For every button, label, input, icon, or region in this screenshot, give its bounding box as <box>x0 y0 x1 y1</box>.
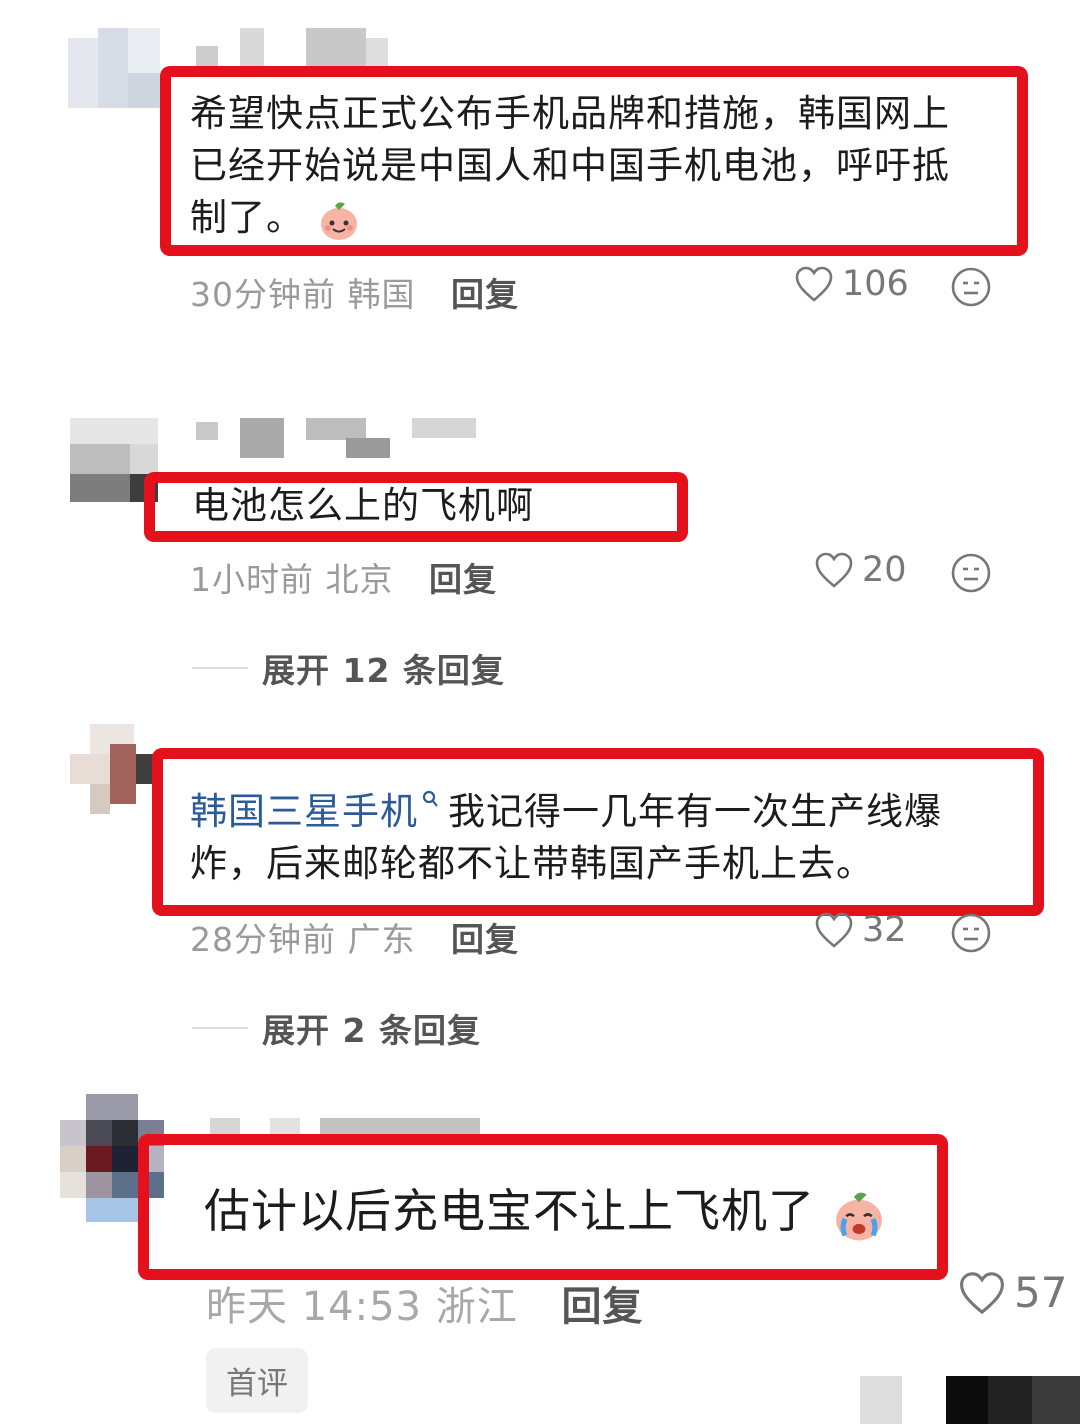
username-blurred[interactable] <box>196 28 396 68</box>
like-button[interactable]: 57 <box>958 1268 1067 1317</box>
comment-meta: 1小时前 北京 回复 <box>190 553 497 601</box>
heart-icon <box>795 266 833 302</box>
reply-button[interactable]: 回复 <box>429 560 497 599</box>
highlight-box <box>160 66 1028 256</box>
location: 北京 <box>325 560 394 599</box>
location: 浙江 <box>435 1284 518 1330</box>
highlight-box <box>152 748 1044 916</box>
reply-button[interactable]: 回复 <box>451 275 519 314</box>
avatar[interactable] <box>68 28 160 108</box>
highlight-box <box>138 1134 948 1280</box>
heart-icon <box>960 1271 1004 1314</box>
timestamp: 30分钟前 <box>190 275 336 314</box>
first-comment-badge: 首评 <box>206 1348 308 1413</box>
heart-icon <box>815 912 853 948</box>
timestamp: 1小时前 <box>190 560 314 599</box>
comment-meta: 28分钟前 广东 回复 <box>190 913 519 961</box>
divider <box>192 667 248 669</box>
expand-replies[interactable]: 展开 2 条回复 <box>192 1004 481 1052</box>
comment-meta: 30分钟前 韩国 回复 <box>190 268 519 316</box>
like-count: 57 <box>1014 1268 1068 1317</box>
dislike-face-icon[interactable] <box>950 912 992 954</box>
username-blurred[interactable] <box>196 418 486 458</box>
timestamp: 28分钟前 <box>190 920 336 959</box>
like-count: 32 <box>862 910 907 950</box>
reply-button[interactable]: 回复 <box>561 1284 643 1330</box>
expand-replies-label: 展开 2 条回复 <box>262 1011 481 1050</box>
like-button[interactable]: 20 <box>814 550 907 590</box>
comment-meta: 昨天 14:53 浙江 回复 <box>206 1274 643 1332</box>
location: 广东 <box>347 920 416 959</box>
divider <box>192 1027 248 1029</box>
highlight-box <box>144 472 688 542</box>
heart-icon <box>815 552 853 588</box>
dislike-face-icon[interactable] <box>950 552 992 594</box>
expand-replies-label: 展开 12 条回复 <box>262 651 505 690</box>
like-button[interactable]: 106 <box>794 264 909 304</box>
dislike-face-icon[interactable] <box>950 266 992 308</box>
location: 韩国 <box>347 275 416 314</box>
timestamp: 昨天 14:53 <box>206 1284 422 1330</box>
like-count: 106 <box>842 264 909 304</box>
expand-replies[interactable]: 展开 12 条回复 <box>192 644 505 692</box>
avatar[interactable] <box>70 724 158 814</box>
like-button[interactable]: 32 <box>814 910 907 950</box>
reply-button[interactable]: 回复 <box>451 920 519 959</box>
bottom-bar-blurred <box>860 1376 1080 1424</box>
like-count: 20 <box>862 550 907 590</box>
